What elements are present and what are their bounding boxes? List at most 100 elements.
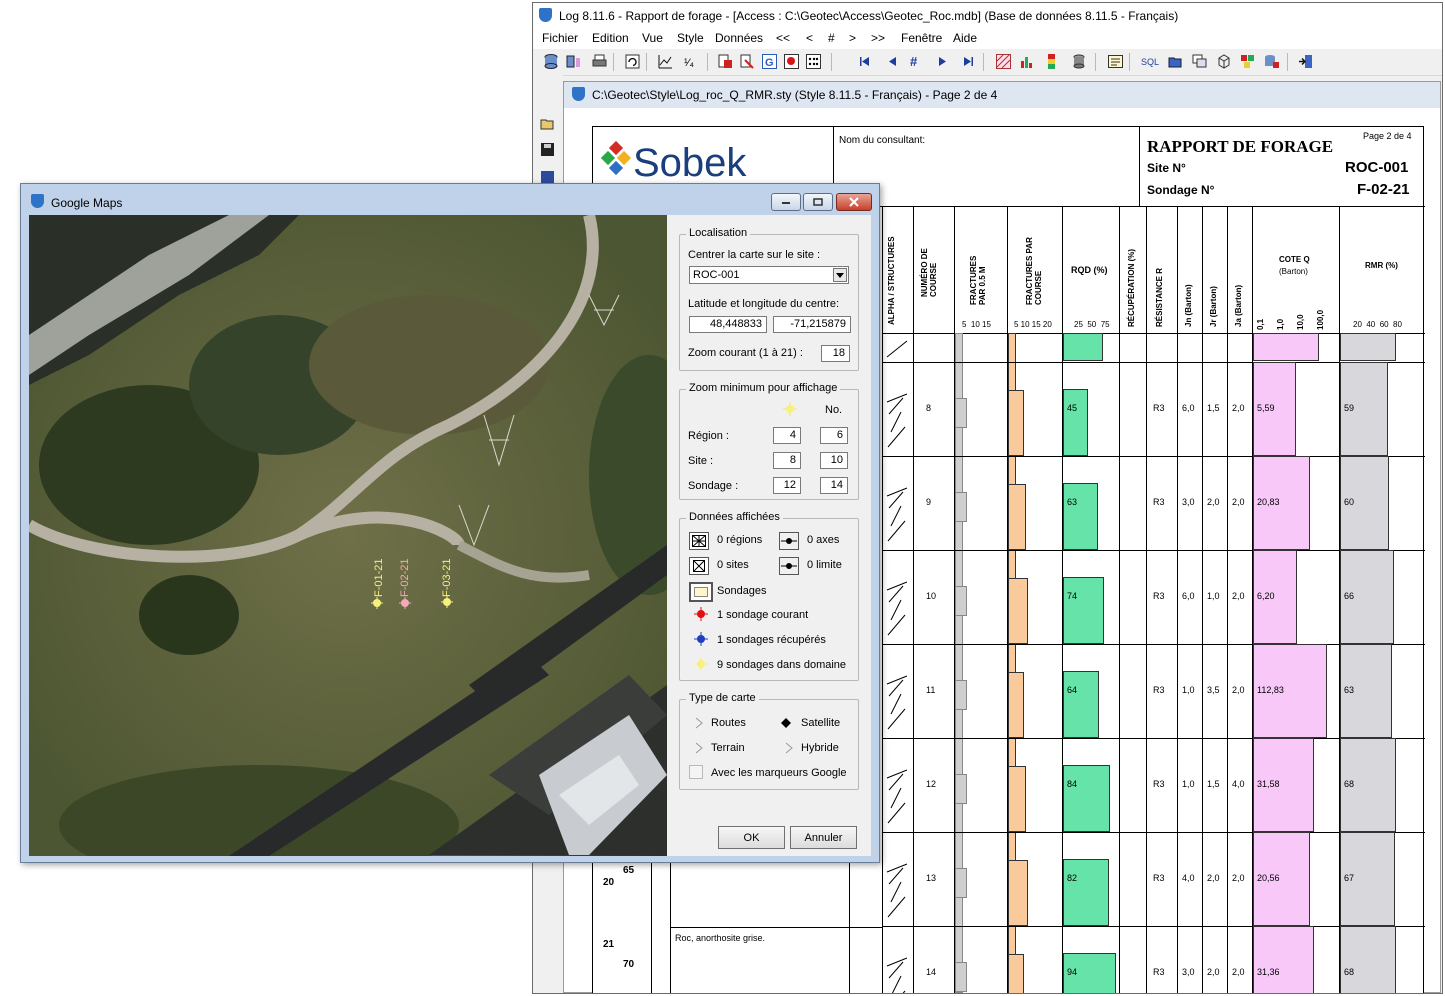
dots-grid-icon[interactable]: [805, 53, 822, 70]
previous-record-icon[interactable]: [884, 53, 901, 70]
menu-next-record[interactable]: >: [849, 31, 856, 45]
site-zoom-input[interactable]: 8: [773, 452, 801, 469]
menu-vue[interactable]: Vue: [642, 31, 663, 45]
menu-goto-record[interactable]: #: [828, 31, 835, 45]
menu-first-record[interactable]: <<: [776, 31, 790, 45]
next-record-icon[interactable]: [934, 53, 951, 70]
toolbar-separator: [613, 53, 614, 71]
menu-style[interactable]: Style: [677, 31, 704, 45]
radio-terrain[interactable]: [694, 742, 704, 757]
multi-color-icon[interactable]: [1239, 53, 1256, 70]
region-no-input[interactable]: 6: [820, 427, 848, 444]
sondage-no-input[interactable]: 14: [820, 477, 848, 494]
axes-count: 0 axes: [807, 534, 840, 546]
limite-toggle-icon[interactable]: [779, 557, 799, 575]
menu-donnees[interactable]: Données: [715, 31, 763, 45]
windows-icon[interactable]: [1191, 53, 1208, 70]
color-scale-icon[interactable]: [1043, 53, 1060, 70]
minimize-button[interactable]: [771, 193, 801, 211]
map-marker-icon[interactable]: [783, 53, 800, 70]
ja-value: 2,0: [1232, 591, 1245, 601]
cancel-button[interactable]: Annuler: [790, 826, 857, 849]
menu-previous-record[interactable]: <: [806, 31, 813, 45]
sondage-zoom-input[interactable]: 12: [773, 477, 801, 494]
svg-text:#: #: [910, 54, 918, 69]
coteq-value: 20,83: [1257, 497, 1280, 507]
satellite-map[interactable]: F-01-21 F-02-21 F-03-21: [29, 215, 667, 856]
center-site-label: Centrer la carte sur le site :: [688, 249, 821, 261]
radio-hybride[interactable]: [784, 742, 794, 757]
fractures-course-bar: [1008, 484, 1026, 550]
pdf-icon[interactable]: [739, 53, 756, 70]
hatch-icon[interactable]: [995, 53, 1012, 70]
database-icon[interactable]: [543, 53, 560, 70]
close-button[interactable]: [836, 193, 872, 211]
save-icon[interactable]: [539, 141, 556, 158]
histogram-icon[interactable]: [1019, 53, 1036, 70]
menu-fenetre[interactable]: Fenêtre: [901, 31, 942, 45]
open-folder-icon[interactable]: [1167, 53, 1184, 70]
structure-symbols: [885, 486, 909, 546]
document-icon: [572, 87, 585, 101]
menu-aide[interactable]: Aide: [953, 31, 977, 45]
zoom-minimum-group: Zoom minimum pour affichage No. Région :…: [679, 382, 859, 500]
sondages-toggle-icon[interactable]: [689, 582, 713, 602]
rqd-value: 45: [1067, 403, 1078, 413]
menu-last-record[interactable]: >>: [871, 31, 885, 45]
course-number: 10: [926, 591, 937, 601]
ja-value: 2,0: [1232, 873, 1245, 883]
first-record-icon[interactable]: [856, 53, 873, 70]
database-export-icon[interactable]: [1263, 53, 1280, 70]
ok-button[interactable]: OK: [718, 826, 785, 849]
export-icon[interactable]: [717, 53, 734, 70]
rqd-value: 84: [1067, 779, 1078, 789]
course-number: 12: [926, 779, 937, 789]
site-no-input[interactable]: 10: [820, 452, 848, 469]
radio-satellite[interactable]: [780, 717, 792, 732]
fractures-05-bar: [955, 586, 967, 616]
google-icon[interactable]: G: [761, 53, 778, 70]
regions-toggle-icon[interactable]: [689, 532, 709, 550]
region-label: Région :: [688, 430, 729, 442]
coteq-value: 112,83: [1257, 685, 1284, 695]
menu-edition[interactable]: Edition: [592, 31, 629, 45]
rqd-bar: [1063, 483, 1098, 550]
fractures-05-bar: [955, 962, 967, 992]
sql-icon[interactable]: SQL: [1139, 53, 1161, 70]
fractures-course-bar: [1008, 954, 1024, 993]
svg-text:G: G: [765, 57, 774, 69]
goto-record-icon[interactable]: #: [907, 53, 924, 70]
maximize-button[interactable]: [803, 193, 833, 211]
rmr-value: 60: [1344, 497, 1355, 507]
marker-f02-icon[interactable]: [399, 597, 411, 609]
child-title-bar: C:\Geotec\Style\Log_roc_Q_RMR.sty (Style…: [564, 82, 1440, 108]
zoom-minimum-title: Zoom minimum pour affichage: [686, 382, 841, 394]
open-folder-icon[interactable]: [539, 115, 556, 132]
radio-routes[interactable]: [694, 717, 704, 732]
last-record-icon[interactable]: [960, 53, 977, 70]
fraction-icon[interactable]: ¹⁄₄: [683, 53, 700, 70]
latitude-input[interactable]: 48,448833: [689, 316, 767, 333]
coteq-bar: [1253, 926, 1314, 993]
axes-toggle-icon[interactable]: [779, 532, 799, 550]
chart-icon[interactable]: [657, 53, 674, 70]
print-icon[interactable]: [591, 53, 608, 70]
marker-f03-icon[interactable]: [441, 596, 453, 608]
cylinder-icon[interactable]: [1071, 53, 1088, 70]
exit-icon[interactable]: [1297, 53, 1314, 70]
sites-toggle-icon[interactable]: [689, 557, 709, 575]
menu-fichier[interactable]: Fichier: [542, 31, 578, 45]
refresh-icon[interactable]: [624, 53, 641, 70]
form-icon[interactable]: [1107, 53, 1124, 70]
google-markers-checkbox[interactable]: [689, 765, 703, 779]
cube-icon[interactable]: [1215, 53, 1232, 70]
chevron-down-icon[interactable]: [833, 268, 847, 282]
zoom-input[interactable]: 18: [821, 345, 850, 362]
site-zoom-label: Site :: [688, 455, 714, 467]
region-zoom-input[interactable]: 4: [773, 427, 801, 444]
longitude-input[interactable]: -71,215879: [773, 316, 851, 333]
marker-f01-icon[interactable]: [371, 597, 383, 609]
database-list-icon[interactable]: [565, 53, 582, 70]
site-select[interactable]: ROC-001: [689, 266, 849, 284]
regions-count: 0 régions: [717, 534, 763, 546]
